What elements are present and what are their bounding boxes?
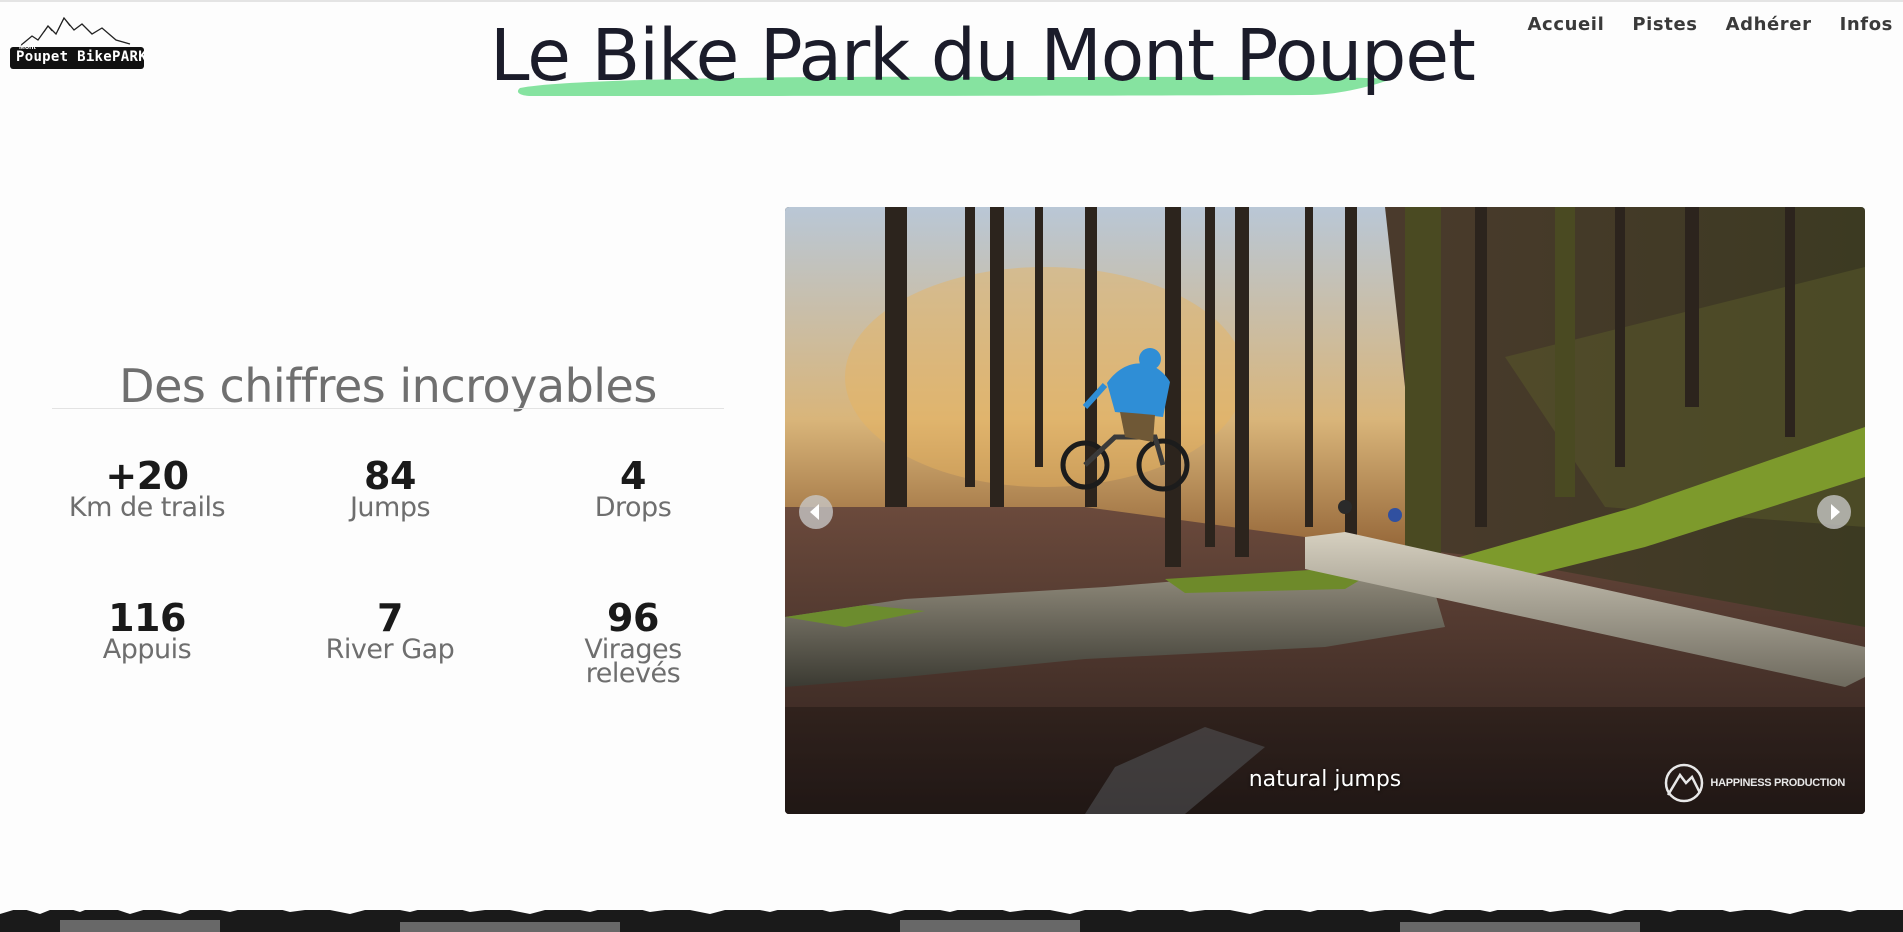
stat-number: 96 (607, 596, 659, 640)
top-border (0, 0, 1903, 2)
stat-drops: 4 Drops (518, 454, 748, 523)
carousel-photo (785, 207, 1865, 814)
stats-heading: Des chiffres incroyables (119, 359, 657, 413)
stat-label: relevés (585, 658, 681, 689)
mountain-watermark-icon (1665, 763, 1704, 803)
site-logo[interactable]: Mont Poupet BikePARK (10, 14, 147, 70)
image-carousel[interactable]: natural jumps HAPPINESS PRODUCTION (785, 207, 1865, 814)
carousel-next-button[interactable] (1817, 495, 1851, 529)
nav-item-accueil[interactable]: Accueil (1528, 12, 1605, 38)
carousel-prev-button[interactable] (799, 495, 833, 529)
nav-item-adherer[interactable]: Adhérer (1726, 12, 1812, 38)
stat-number: 4 (620, 454, 646, 498)
stat-label: Appuis (102, 634, 192, 665)
mountain-logo-icon (19, 16, 131, 47)
stat-appuis: 116 Appuis (32, 596, 262, 665)
stat-number: 84 (364, 454, 416, 498)
watermark: HAPPINESS PRODUCTION (1662, 763, 1845, 803)
logo-text: Poupet BikePARK (16, 49, 147, 65)
stats-divider (52, 408, 724, 409)
stat-km-trails: +20 Km de trails (32, 454, 262, 523)
watermark-text: HAPPINESS PRODUCTION (1710, 777, 1845, 789)
stat-virages-releves: 96 Virages relevés (518, 596, 748, 689)
stat-number: +20 (105, 454, 189, 498)
page-title: Le Bike Park du Mont Poupet (490, 14, 1476, 97)
nav-item-infos[interactable]: Infos (1840, 12, 1893, 38)
site-header: Le Bike Park du Mont Poupet (490, 14, 1476, 104)
nav-item-pistes[interactable]: Pistes (1632, 12, 1697, 38)
stat-number: 7 (377, 596, 403, 640)
stat-river-gap: 7 River Gap (275, 596, 505, 665)
chevron-left-icon (810, 504, 819, 520)
stat-label: Jumps (349, 492, 431, 523)
main-nav: Accueil Pistes Adhérer Infos (1500, 12, 1893, 38)
stat-label: Drops (594, 492, 672, 523)
stat-label: Km de trails (68, 492, 226, 523)
footer-mountains (0, 900, 1903, 932)
chevron-right-icon (1831, 504, 1840, 520)
stat-jumps: 84 Jumps (275, 454, 505, 523)
stat-number: 116 (108, 596, 186, 640)
stat-label: River Gap (325, 634, 455, 665)
